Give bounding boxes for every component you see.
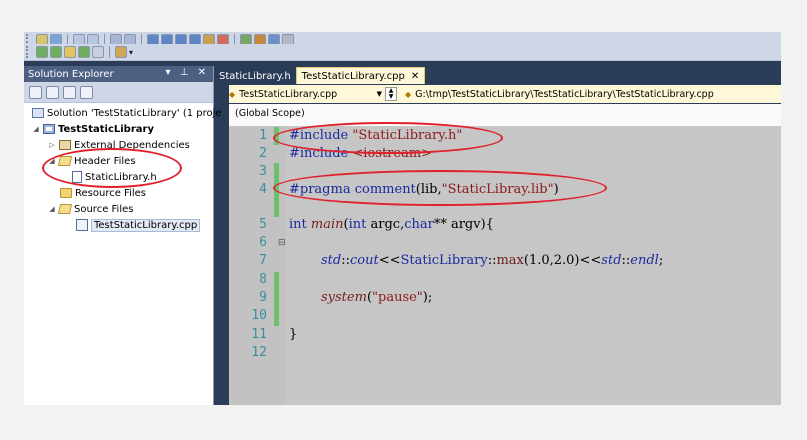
- code-editor[interactable]: 1 2 3 4 5 6 7 8 9 10 11 12 ⊟ #include "S…: [229, 126, 781, 405]
- folder-open-icon: [57, 156, 73, 166]
- code-line-10: system("pause");: [321, 290, 433, 305]
- batch-build-icon[interactable]: [115, 46, 127, 58]
- solution-explorer-panel: Solution Explorer ▾ ⊥ ✕ Solution 'TestSt…: [24, 66, 222, 405]
- solution-explorer-header: Solution Explorer ▾ ⊥ ✕: [24, 66, 213, 82]
- line-number: 4: [259, 182, 267, 197]
- document-tabs: StaticLibrary.h TestStaticLibrary.cpp ✕: [214, 66, 781, 84]
- close-icon[interactable]: ✕: [411, 71, 419, 82]
- line-number: 3: [259, 164, 267, 179]
- tab-label: TestStaticLibrary.cpp: [301, 70, 405, 82]
- cpp-file-icon: ◆: [405, 89, 412, 99]
- line-number: 11: [251, 327, 267, 342]
- chevron-down-icon[interactable]: ▼: [389, 94, 394, 100]
- file-path-value: G:\tmp\TestStaticLibrary\TestStaticLibra…: [415, 88, 714, 100]
- collapse-triangle-icon[interactable]: ◢: [48, 157, 56, 165]
- run-icon[interactable]: [78, 46, 90, 58]
- tab-teststaticlibrary-cpp[interactable]: TestStaticLibrary.cpp ✕: [295, 67, 426, 84]
- cancel-build-icon[interactable]: [92, 46, 104, 58]
- split-spinner[interactable]: ▲ ▼: [385, 87, 397, 101]
- scope-bar: (Global Scope): [229, 104, 781, 127]
- tree-item-label: External Dependencies: [74, 139, 190, 151]
- scope-dropdown[interactable]: (Global Scope): [235, 108, 305, 119]
- line-number: 2: [259, 146, 267, 161]
- build-icon[interactable]: [50, 46, 62, 58]
- line-number: 12: [251, 345, 267, 360]
- tree-item-label: TestStaticLibrary: [58, 123, 154, 135]
- line-number: 6: [259, 235, 267, 250]
- view-class-diagram-icon[interactable]: [80, 85, 93, 99]
- tree-item-label: Resource Files: [75, 187, 146, 199]
- code-line-8: std::cout<<StaticLibrary::max(1.0,2.0)<<…: [321, 253, 664, 268]
- tree-item-label: TestStaticLibrary.cpp: [91, 218, 201, 232]
- tree-item-project[interactable]: ◢ TestStaticLibrary: [32, 122, 154, 136]
- refresh-icon[interactable]: [63, 85, 76, 99]
- code-line-12: }: [289, 327, 298, 342]
- code-line-1: #include "StaticLibrary.h": [289, 128, 463, 143]
- tree-item-source-files[interactable]: ◢ Source Files: [48, 202, 133, 216]
- toolbar-grip[interactable]: [26, 46, 31, 58]
- line-number: 9: [259, 290, 267, 305]
- solution-explorer-toolbar: [24, 82, 213, 103]
- tab-staticlibrary-h[interactable]: StaticLibrary.h: [214, 68, 296, 84]
- project-icon: [43, 124, 55, 134]
- file-dropdown-value: TestStaticLibrary.cpp: [239, 88, 338, 100]
- tree-item-solution[interactable]: Solution 'TestStaticLibrary' (1 proje: [32, 106, 222, 120]
- panel-controls[interactable]: ▾ ⊥ ✕: [166, 67, 209, 78]
- tree-item-teststaticlibrary-cpp[interactable]: TestStaticLibrary.cpp: [76, 218, 201, 232]
- start-debugging-icon[interactable]: [36, 46, 48, 58]
- collapse-box-icon[interactable]: ⊟: [278, 238, 286, 248]
- change-marker: [274, 127, 279, 145]
- tree-item-header-files[interactable]: ◢ Header Files: [48, 154, 136, 168]
- code-line-4: #pragma comment(lib,"StaticLibray.lib"): [289, 182, 559, 197]
- solution-explorer-title: Solution Explorer: [28, 68, 114, 80]
- tree-item-staticlibrary-h[interactable]: StaticLibrary.h: [72, 170, 157, 184]
- chevron-down-icon[interactable]: ▼: [377, 90, 382, 98]
- tree-item-label: StaticLibrary.h: [85, 171, 157, 183]
- cpp-file-icon: [76, 219, 88, 231]
- change-marker: [274, 163, 279, 217]
- tree-item-external-dependencies[interactable]: ▷ External Dependencies: [48, 138, 190, 152]
- line-number: 8: [259, 272, 267, 287]
- expand-triangle-icon[interactable]: ▷: [48, 141, 56, 149]
- tree-item-label: Source Files: [74, 203, 134, 215]
- build-toolbar: ▾: [24, 44, 781, 61]
- change-marker: [274, 272, 279, 326]
- folder-open-icon: [57, 204, 73, 214]
- header-file-icon: [72, 171, 82, 183]
- tree-item-label: Header Files: [74, 155, 136, 167]
- show-all-files-icon[interactable]: [46, 85, 59, 99]
- solution-icon: [32, 108, 44, 118]
- line-number: 10: [251, 308, 267, 323]
- tree-item-resource-files[interactable]: Resource Files: [60, 186, 146, 200]
- file-path-dropdown[interactable]: ◆ G:\tmp\TestStaticLibrary\TestStaticLib…: [402, 87, 765, 101]
- toolbar-separator: [109, 46, 110, 58]
- tree-item-label: Solution 'TestStaticLibrary' (1 proje: [47, 107, 222, 119]
- collapse-triangle-icon[interactable]: ◢: [32, 125, 40, 133]
- line-number: 7: [259, 253, 267, 268]
- tab-label: StaticLibrary.h: [219, 70, 291, 82]
- cpp-file-icon: ◆: [229, 89, 236, 99]
- collapse-triangle-icon[interactable]: ◢: [48, 205, 56, 213]
- visual-studio-window: ▾ Solution Explorer ▾ ⊥ ✕ Solution 'Test…: [24, 32, 781, 405]
- navigation-bar: ◆ TestStaticLibrary.cpp ▼ ▲ ▼ ◆ G:\tmp\T…: [229, 85, 781, 103]
- line-number: 1: [259, 128, 267, 143]
- references-icon: [59, 140, 71, 150]
- file-dropdown[interactable]: ◆ TestStaticLibrary.cpp ▼: [229, 87, 384, 101]
- code-line-6: int main(int argc,char** argv){: [289, 217, 494, 232]
- properties-icon[interactable]: [29, 85, 42, 99]
- folder-icon: [60, 188, 72, 198]
- line-number: 5: [259, 217, 267, 232]
- chevron-down-icon[interactable]: ▾: [129, 48, 133, 57]
- code-line-2: #include <iostream>: [289, 146, 433, 161]
- rebuild-icon[interactable]: [64, 46, 76, 58]
